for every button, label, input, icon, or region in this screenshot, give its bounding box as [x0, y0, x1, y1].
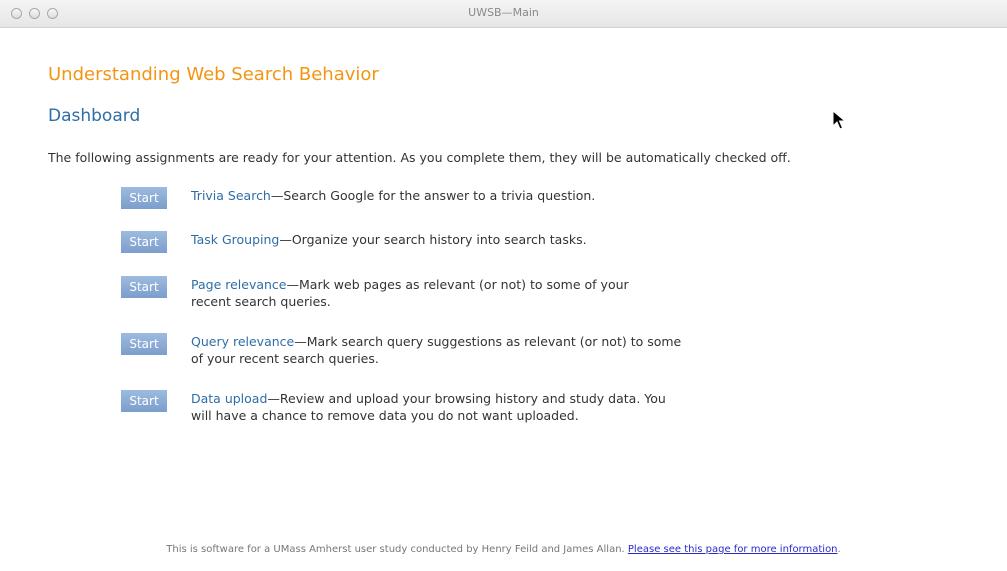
task-description: Task Grouping—Organize your search histo…	[191, 231, 691, 248]
task-separator: —	[270, 188, 284, 203]
task-text: Organize your search history into search…	[291, 232, 587, 247]
task-separator: —	[267, 391, 280, 406]
task-separator: —	[279, 232, 292, 247]
page-title: Dashboard	[48, 106, 141, 126]
task-name: Data upload	[191, 391, 268, 406]
footer: This is software for a UMass Amherst use…	[0, 544, 1007, 555]
start-trivia-search-button[interactable]: Start	[121, 187, 167, 209]
task-name: Task Grouping	[191, 232, 280, 247]
task-description: Data upload—Review and upload your brows…	[191, 390, 666, 424]
task-description: Page relevance—Mark web pages as relevan…	[191, 276, 661, 310]
footer-text: This is software for a UMass Amherst use…	[166, 544, 628, 555]
start-query-relevance-button[interactable]: Start	[121, 333, 167, 355]
start-data-upload-button[interactable]: Start	[121, 390, 167, 412]
more-information-link[interactable]: Please see this page for more informatio…	[628, 544, 838, 555]
footer-period: .	[837, 544, 841, 555]
start-task-grouping-button[interactable]: Start	[121, 231, 167, 253]
mouse-pointer-icon	[832, 110, 846, 130]
task-text: Search Google for the answer to a trivia…	[283, 188, 596, 203]
task-separator: —	[286, 277, 300, 292]
app-title: Understanding Web Search Behavior	[48, 64, 379, 85]
app-window: UWSB—Main Understanding Web Search Behav…	[0, 0, 1007, 571]
window-title: UWSB—Main	[468, 6, 539, 19]
task-name: Page relevance	[191, 277, 287, 292]
task-name: Query relevance	[191, 334, 295, 349]
task-name: Trivia Search	[191, 188, 271, 203]
intro-text: The following assignments are ready for …	[48, 150, 791, 165]
task-separator: —	[294, 334, 307, 349]
start-page-relevance-button[interactable]: Start	[121, 276, 167, 298]
task-description: Trivia Search—Search Google for the answ…	[191, 187, 691, 204]
task-description: Query relevance—Mark search query sugges…	[191, 333, 691, 367]
title-bar: UWSB—Main	[0, 0, 1007, 28]
